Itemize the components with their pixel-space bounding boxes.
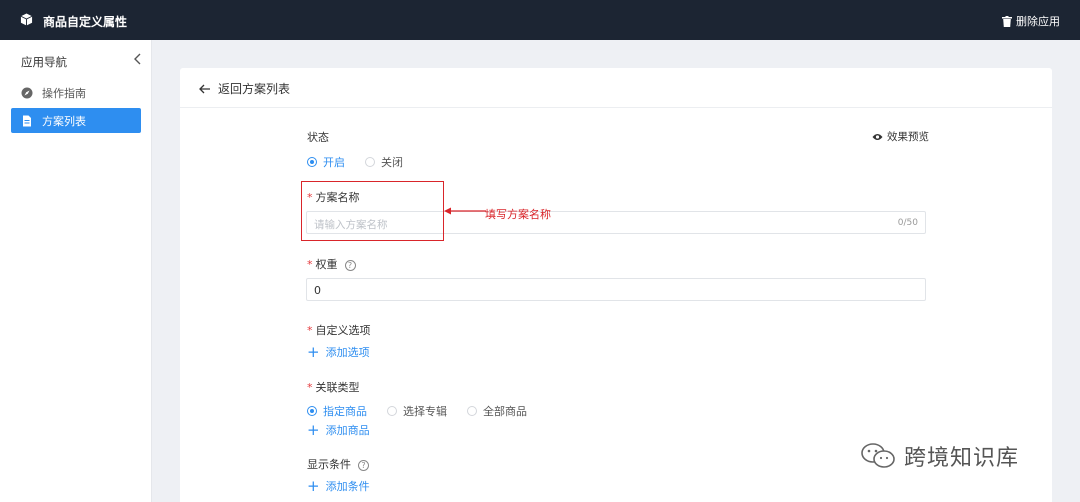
display-condition-label: 显示条件?: [307, 456, 369, 472]
document-icon: [23, 115, 31, 126]
eye-icon: [872, 133, 883, 140]
preview-button[interactable]: 效果预览: [872, 129, 929, 144]
wechat-logo-icon: [861, 443, 895, 468]
cube-logo-icon: [20, 13, 33, 26]
status-option-on-label: 开启: [323, 156, 345, 169]
link-type-option-album-label: 选择专辑: [403, 405, 447, 418]
add-condition-label: 添加条件: [325, 480, 370, 493]
char-counter: 0/50: [897, 218, 918, 228]
back-label: 返回方案列表: [218, 82, 291, 96]
link-type-radio-group: 指定商品 选择专辑 全部商品: [307, 403, 547, 419]
annotation-text: 填写方案名称: [485, 208, 551, 221]
preview-label: 效果预览: [887, 131, 929, 143]
delete-app-button[interactable]: 删除应用: [1002, 13, 1060, 29]
watermark-text: 跨境知识库: [904, 446, 1020, 471]
sidebar-item-plans[interactable]: 方案列表: [11, 108, 141, 133]
weight-label-text: 权重: [315, 258, 338, 271]
watermark: 跨境知识库: [860, 440, 1019, 472]
required-mark: *: [307, 258, 313, 271]
add-option-button[interactable]: + 添加选项: [307, 344, 370, 360]
sidebar-item-label: 方案列表: [42, 114, 86, 128]
radio-unchecked-icon: [467, 406, 477, 416]
status-option-on[interactable]: 开启: [307, 154, 345, 170]
status-label: 状态: [307, 131, 329, 144]
chevron-left-icon[interactable]: [132, 52, 144, 66]
display-condition-label-text: 显示条件: [307, 458, 351, 471]
plus-icon: +: [307, 343, 320, 361]
link-type-label-text: 关联类型: [315, 381, 360, 394]
custom-options-label-text: 自定义选项: [315, 324, 371, 337]
card-header: 返回方案列表: [180, 68, 1052, 108]
required-mark: *: [307, 324, 313, 337]
annotation-highlight-box: [301, 181, 444, 241]
add-product-label: 添加商品: [325, 424, 370, 437]
status-option-off[interactable]: 关闭: [365, 154, 403, 170]
sidebar: 应用导航 操作指南 方案列表: [0, 40, 152, 502]
back-to-list-link[interactable]: 返回方案列表: [199, 80, 290, 97]
compass-icon: [21, 87, 33, 98]
link-type-option-album[interactable]: 选择专辑: [387, 403, 447, 419]
radio-unchecked-icon: [387, 406, 397, 416]
annotation-arrow-icon: [444, 207, 486, 215]
trash-icon: [1002, 15, 1012, 27]
add-condition-button[interactable]: + 添加条件: [307, 478, 370, 494]
top-bar: 商品自定义属性 删除应用: [0, 0, 1080, 40]
help-icon[interactable]: ?: [344, 259, 356, 271]
radio-unchecked-icon: [365, 157, 375, 167]
required-mark: *: [307, 381, 313, 394]
plan-edit-card: 返回方案列表 效果预览 状态 开启 关闭 * 方案名称 请输入方案名称 0/50 …: [180, 68, 1052, 502]
status-radio-group: 开启 关闭: [307, 154, 423, 170]
plus-icon: +: [307, 421, 320, 439]
link-type-option-specified[interactable]: 指定商品: [307, 403, 367, 419]
weight-label: * 权重?: [307, 256, 356, 272]
radio-checked-icon: [307, 157, 317, 167]
link-type-option-all[interactable]: 全部商品: [467, 403, 527, 419]
status-option-off-label: 关闭: [381, 156, 403, 169]
weight-value: 0: [314, 284, 321, 297]
sidebar-item-label: 操作指南: [42, 86, 86, 100]
help-icon[interactable]: ?: [358, 459, 369, 471]
add-product-button[interactable]: + 添加商品: [307, 422, 370, 438]
radio-checked-icon: [307, 406, 317, 416]
link-type-option-all-label: 全部商品: [483, 405, 527, 418]
weight-input[interactable]: 0: [306, 278, 926, 301]
add-option-label: 添加选项: [325, 346, 370, 359]
app-title: 商品自定义属性: [43, 15, 128, 29]
custom-options-label: * 自定义选项: [307, 322, 371, 338]
plus-icon: +: [307, 477, 320, 495]
arrow-left-icon: [199, 84, 210, 93]
delete-app-label: 删除应用: [1016, 15, 1060, 28]
sidebar-item-guide[interactable]: 操作指南: [11, 80, 141, 105]
link-type-label: * 关联类型: [307, 379, 360, 395]
sidebar-title: 应用导航: [21, 55, 67, 69]
link-type-option-specified-label: 指定商品: [323, 405, 367, 418]
